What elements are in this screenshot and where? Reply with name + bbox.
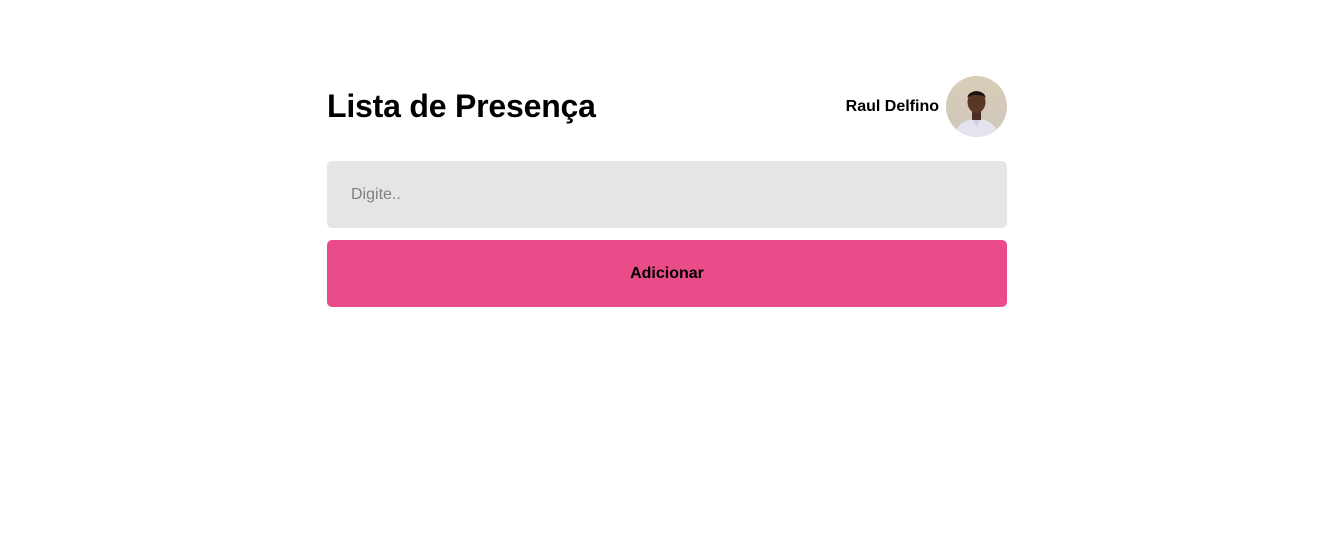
avatar: [946, 76, 1007, 137]
page-header: Lista de Presença Raul Delfino: [327, 76, 1007, 137]
user-info: Raul Delfino: [846, 76, 1007, 137]
add-button[interactable]: Adicionar: [327, 240, 1007, 307]
user-name: Raul Delfino: [845, 97, 939, 115]
main-container: Lista de Presença Raul Delfino Adicionar: [327, 76, 1007, 307]
name-input[interactable]: [327, 161, 1007, 228]
page-title: Lista de Presença: [327, 88, 596, 124]
